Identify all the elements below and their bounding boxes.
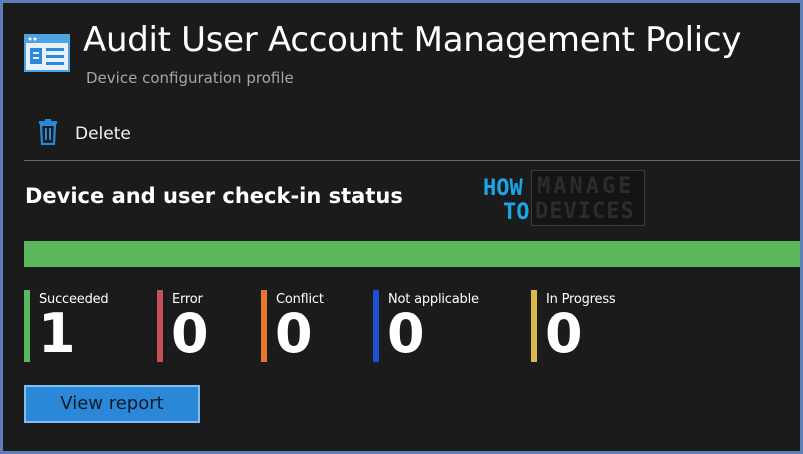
device-configuration-profile-icon xyxy=(24,34,70,72)
trash-icon xyxy=(37,119,59,149)
status-bar-error xyxy=(157,290,163,362)
watermark-to: TO xyxy=(503,200,530,225)
toolbar-divider xyxy=(24,160,800,161)
delete-button[interactable]: Delete xyxy=(37,119,131,149)
view-report-button[interactable]: View report xyxy=(24,385,200,423)
watermark-how: HOW xyxy=(483,176,523,201)
status-bar-not-applicable xyxy=(373,290,379,362)
page-title: Audit User Account Management Policy xyxy=(83,20,742,60)
status-count-in-progress: 0 xyxy=(545,302,583,365)
status-count-succeeded: 1 xyxy=(38,302,76,365)
check-in-progress-bar xyxy=(24,241,800,267)
app-window: Audit User Account Management Policy Dev… xyxy=(0,0,803,454)
section-title: Device and user check-in status xyxy=(25,184,403,208)
status-bar-in-progress xyxy=(531,290,537,362)
status-count-not-applicable: 0 xyxy=(387,302,425,365)
watermark-manage: MANAGE xyxy=(537,174,635,199)
status-count-error: 0 xyxy=(171,302,209,365)
page-subtitle: Device configuration profile xyxy=(86,69,294,87)
status-bar-conflict xyxy=(261,290,267,362)
status-bar-succeeded xyxy=(24,290,30,362)
status-count-conflict: 0 xyxy=(275,302,313,365)
watermark-devices: DEVICES xyxy=(535,199,635,224)
progress-fill-succeeded xyxy=(24,241,800,267)
delete-label: Delete xyxy=(75,124,131,144)
